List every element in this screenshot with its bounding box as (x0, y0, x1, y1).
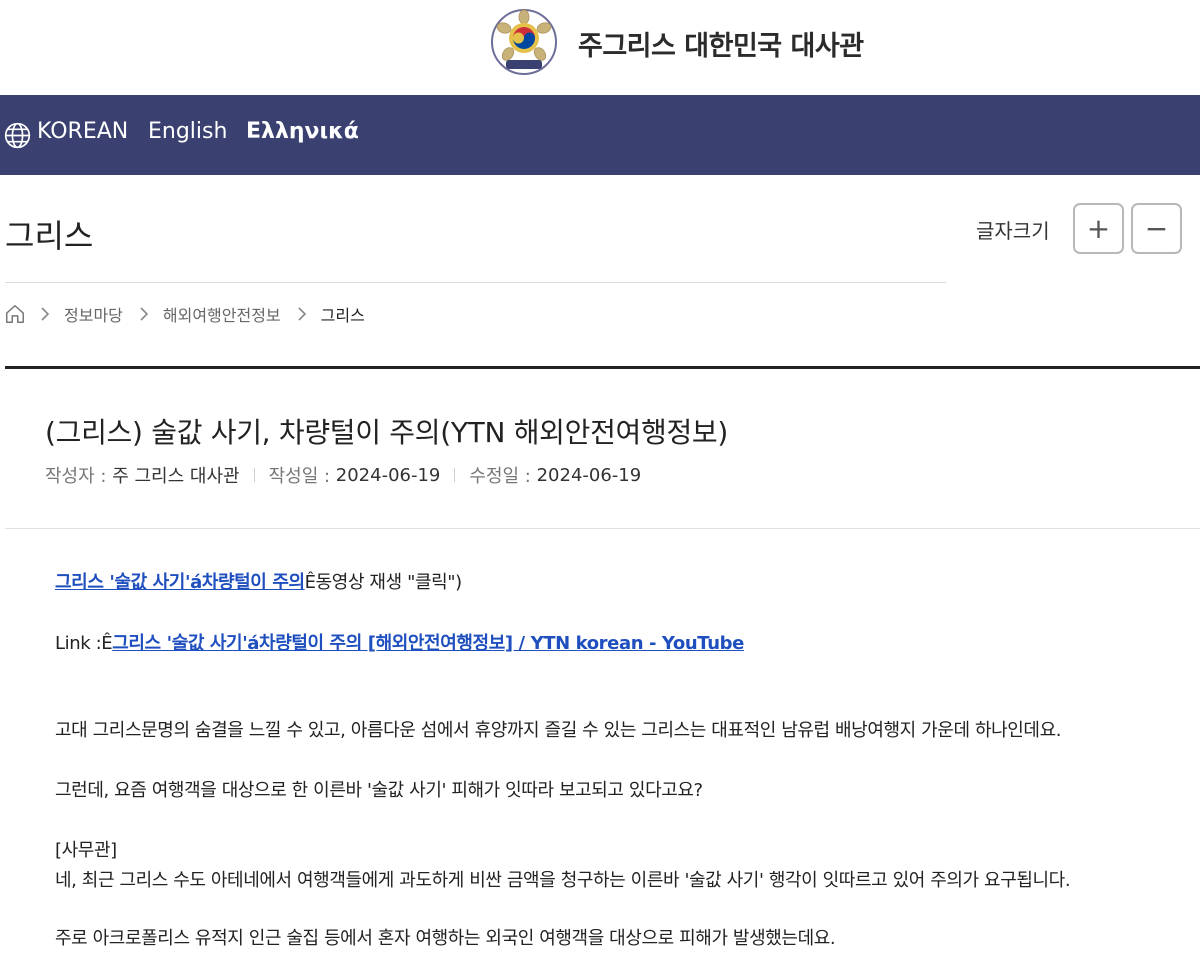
created-label: 작성일 : (268, 466, 331, 487)
article-title: (그리스) 술값 사기, 차량털이 주의(YTN 해외안전여행정보) (45, 416, 729, 449)
emblem-icon[interactable] (490, 8, 558, 76)
paragraph: 그런데, 요즘 여행객을 대상으로 한 이른바 '술값 사기' 피해가 잇따라 … (55, 780, 703, 801)
section-divider (5, 366, 1200, 369)
author-value: 주 그리스 대사관 (112, 466, 240, 487)
page-title: 그리스 (5, 217, 94, 255)
video-suffix: Ê동영상 재생 "클릭") (304, 572, 463, 593)
lang-greek[interactable]: Ελληνικά (246, 119, 359, 144)
modified-date: 2024-06-19 (536, 464, 642, 486)
font-size-label: 글자크기 (976, 219, 1050, 243)
page-title-row: 그리스 글자크기 + − (0, 175, 1200, 283)
author-label: 작성자 : (45, 466, 107, 487)
breadcrumb-item-travel-safety[interactable]: 해외여행안전정보 (163, 302, 281, 326)
meta-divider (454, 468, 456, 482)
speaker-label: [사무관] (55, 840, 117, 861)
chevron-right-icon (41, 307, 50, 321)
font-increase-button[interactable]: + (1073, 203, 1124, 254)
breadcrumb-item-current[interactable]: 그리스 (321, 302, 365, 326)
article-meta: 작성자 : 주 그리스 대사관 작성일 : 2024-06-19 수정일 : 2… (45, 462, 641, 488)
video-line: 그리스 '술값 사기'á차량털이 주의Ê동영상 재생 "클릭") (55, 568, 462, 594)
modified-label: 수정일 : (469, 466, 531, 487)
globe-icon (4, 122, 31, 149)
site-header: 주그리스 대한민국 대사관 (0, 0, 1200, 95)
link-prefix: Link :Ê (55, 633, 113, 654)
divider (5, 528, 1200, 529)
home-icon[interactable] (4, 303, 26, 325)
breadcrumb-item-info[interactable]: 정보마당 (64, 302, 123, 326)
paragraph: 네, 최근 그리스 수도 아테네에서 여행객들에게 과도하게 비싼 금액을 청구… (55, 870, 1071, 891)
lang-english[interactable]: English (148, 119, 227, 144)
youtube-link[interactable]: 그리스 '술값 사기'á차량털이 주의 [해외안전여행정보] / YTN kor… (112, 633, 744, 654)
breadcrumb: 정보마당 해외여행안전정보 그리스 (4, 300, 381, 328)
paragraph: 고대 그리스문명의 숨결을 느낄 수 있고, 아름다운 섬에서 휴양까지 즐길 … (55, 720, 1062, 741)
divider (5, 282, 946, 283)
created-date: 2024-06-19 (335, 464, 441, 486)
link-line: Link :Ê그리스 '술값 사기'á차량털이 주의 [해외안전여행정보] / … (55, 629, 744, 655)
chevron-right-icon (298, 307, 306, 321)
paragraph: 주로 아크로폴리스 유적지 인근 술집 등에서 혼자 여행하는 외국인 여행객을… (55, 928, 836, 949)
font-decrease-button[interactable]: − (1131, 203, 1182, 254)
video-link[interactable]: 그리스 '술값 사기'á차량털이 주의 (55, 572, 305, 593)
chevron-right-icon (140, 307, 149, 321)
site-title[interactable]: 주그리스 대한민국 대사관 (578, 24, 864, 63)
lang-korean[interactable]: KOREAN (37, 119, 128, 144)
language-bar: KOREAN English Ελληνικά (0, 95, 1200, 175)
meta-divider (253, 468, 255, 482)
